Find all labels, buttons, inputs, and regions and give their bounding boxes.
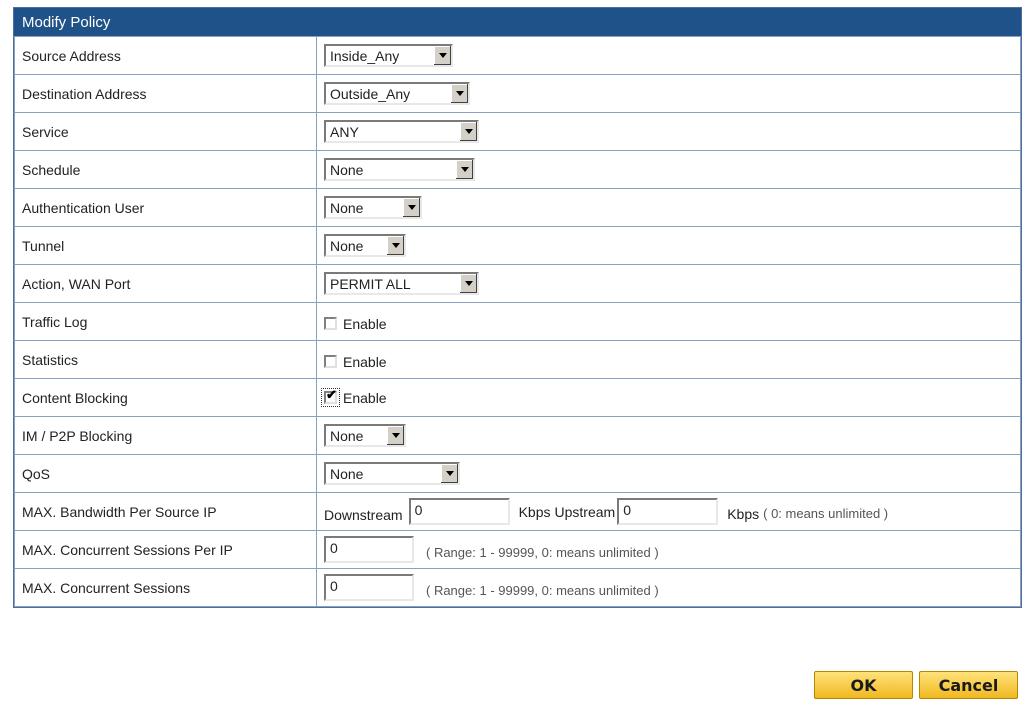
row-tunnel: Tunnel None — [14, 226, 1021, 265]
statistics-label: Statistics — [14, 340, 317, 379]
upstream-input[interactable]: 0 — [617, 498, 719, 525]
statistics-checkbox[interactable] — [324, 355, 337, 369]
cancel-button[interactable]: Cancel — [919, 671, 1018, 699]
authentication-user-label: Authentication User — [14, 188, 317, 227]
row-source-address: Source Address Inside_Any — [14, 36, 1021, 75]
tunnel-label: Tunnel — [14, 226, 317, 265]
service-select[interactable]: ANY — [324, 120, 479, 143]
qos-label: QoS — [14, 454, 317, 493]
row-schedule: Schedule None — [14, 150, 1021, 189]
row-service: Service ANY — [14, 112, 1021, 151]
tunnel-select[interactable]: None — [324, 234, 406, 257]
row-max-sessions: MAX. Concurrent Sessions 0 ( Range: 1 - … — [14, 568, 1021, 607]
row-qos: QoS None — [14, 454, 1021, 493]
row-destination-address: Destination Address Outside_Any — [14, 74, 1021, 113]
panel-title: Modify Policy — [14, 8, 1021, 36]
modify-policy-panel: Modify Policy Source Address Inside_Any … — [13, 7, 1022, 608]
max-bandwidth-label: MAX. Bandwidth Per Source IP — [14, 492, 317, 531]
destination-address-label: Destination Address — [14, 74, 317, 113]
max-sessions-input[interactable]: 0 — [324, 574, 414, 601]
row-im-p2p-blocking: IM / P2P Blocking None — [14, 416, 1021, 455]
chevron-down-icon — [455, 160, 473, 179]
schedule-select[interactable]: None — [324, 158, 475, 181]
row-max-sessions-per-ip: MAX. Concurrent Sessions Per IP 0 ( Rang… — [14, 530, 1021, 569]
max-sessions-per-ip-note: ( Range: 1 - 99999, 0: means unlimited ) — [426, 545, 659, 560]
max-sessions-label: MAX. Concurrent Sessions — [14, 568, 317, 607]
downstream-unit: Kbps — [518, 503, 551, 520]
action-wan-port-select[interactable]: PERMIT ALL — [324, 272, 479, 295]
max-sessions-per-ip-label: MAX. Concurrent Sessions Per IP — [14, 530, 317, 569]
source-address-select[interactable]: Inside_Any — [324, 44, 453, 67]
downstream-label: Downstream — [324, 506, 403, 523]
destination-address-select[interactable]: Outside_Any — [324, 82, 470, 105]
chevron-down-icon — [386, 426, 404, 445]
row-content-blocking: Content Blocking ✔ Enable — [14, 378, 1021, 417]
chevron-down-icon — [402, 198, 420, 217]
row-traffic-log: Traffic Log Enable — [14, 302, 1021, 341]
row-action-wan-port: Action, WAN Port PERMIT ALL — [14, 264, 1021, 303]
content-blocking-enable-label: Enable — [343, 389, 387, 406]
upstream-unit: Kbps — [727, 505, 760, 522]
policy-form: Source Address Inside_Any Destination Ad… — [14, 36, 1021, 607]
content-blocking-checkbox[interactable]: ✔ — [321, 387, 340, 408]
bandwidth-note: ( 0: means unlimited ) — [763, 506, 889, 521]
im-p2p-blocking-select[interactable]: None — [324, 424, 406, 447]
chevron-down-icon — [433, 46, 451, 65]
service-label: Service — [14, 112, 317, 151]
downstream-input[interactable]: 0 — [408, 498, 510, 525]
upstream-label: Upstream — [554, 503, 616, 520]
schedule-label: Schedule — [14, 150, 317, 189]
max-sessions-note: ( Range: 1 - 99999, 0: means unlimited ) — [426, 583, 659, 598]
traffic-log-label: Traffic Log — [14, 302, 317, 341]
authentication-user-select[interactable]: None — [324, 196, 422, 219]
chevron-down-icon — [459, 274, 477, 293]
im-p2p-blocking-label: IM / P2P Blocking — [14, 416, 317, 455]
content-blocking-label: Content Blocking — [14, 378, 317, 417]
chevron-down-icon — [386, 236, 404, 255]
chevron-down-icon — [440, 464, 458, 483]
traffic-log-enable-label: Enable — [343, 315, 387, 332]
chevron-down-icon — [450, 84, 468, 103]
traffic-log-checkbox[interactable] — [324, 317, 337, 331]
row-authentication-user: Authentication User None — [14, 188, 1021, 227]
qos-select[interactable]: None — [324, 462, 460, 485]
row-max-bandwidth: MAX. Bandwidth Per Source IP Downstream … — [14, 492, 1021, 531]
row-statistics: Statistics Enable — [14, 340, 1021, 379]
max-sessions-per-ip-input[interactable]: 0 — [324, 536, 414, 563]
chevron-down-icon — [459, 122, 477, 141]
action-wan-port-label: Action, WAN Port — [14, 264, 317, 303]
source-address-label: Source Address — [14, 36, 317, 75]
checkmark-icon: ✔ — [326, 387, 337, 403]
ok-button[interactable]: OK — [814, 671, 913, 699]
statistics-enable-label: Enable — [343, 353, 387, 370]
